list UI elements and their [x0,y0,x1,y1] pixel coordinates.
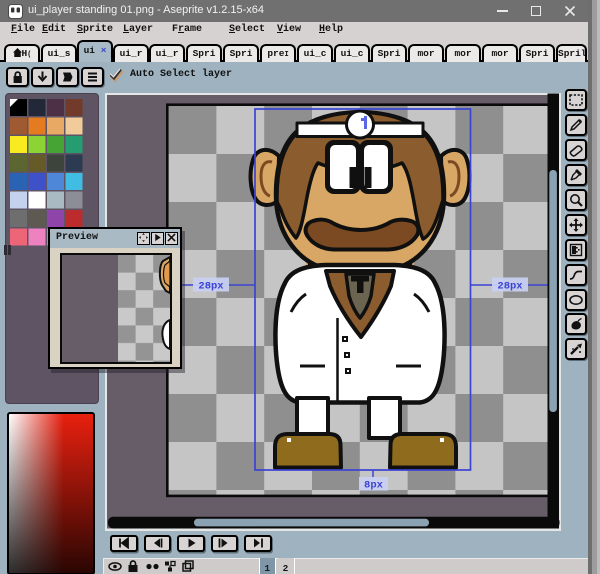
svg-text:28px: 28px [198,281,224,293]
svg-text:8px: 8px [364,480,384,492]
svg-text:28px: 28px [497,281,523,293]
